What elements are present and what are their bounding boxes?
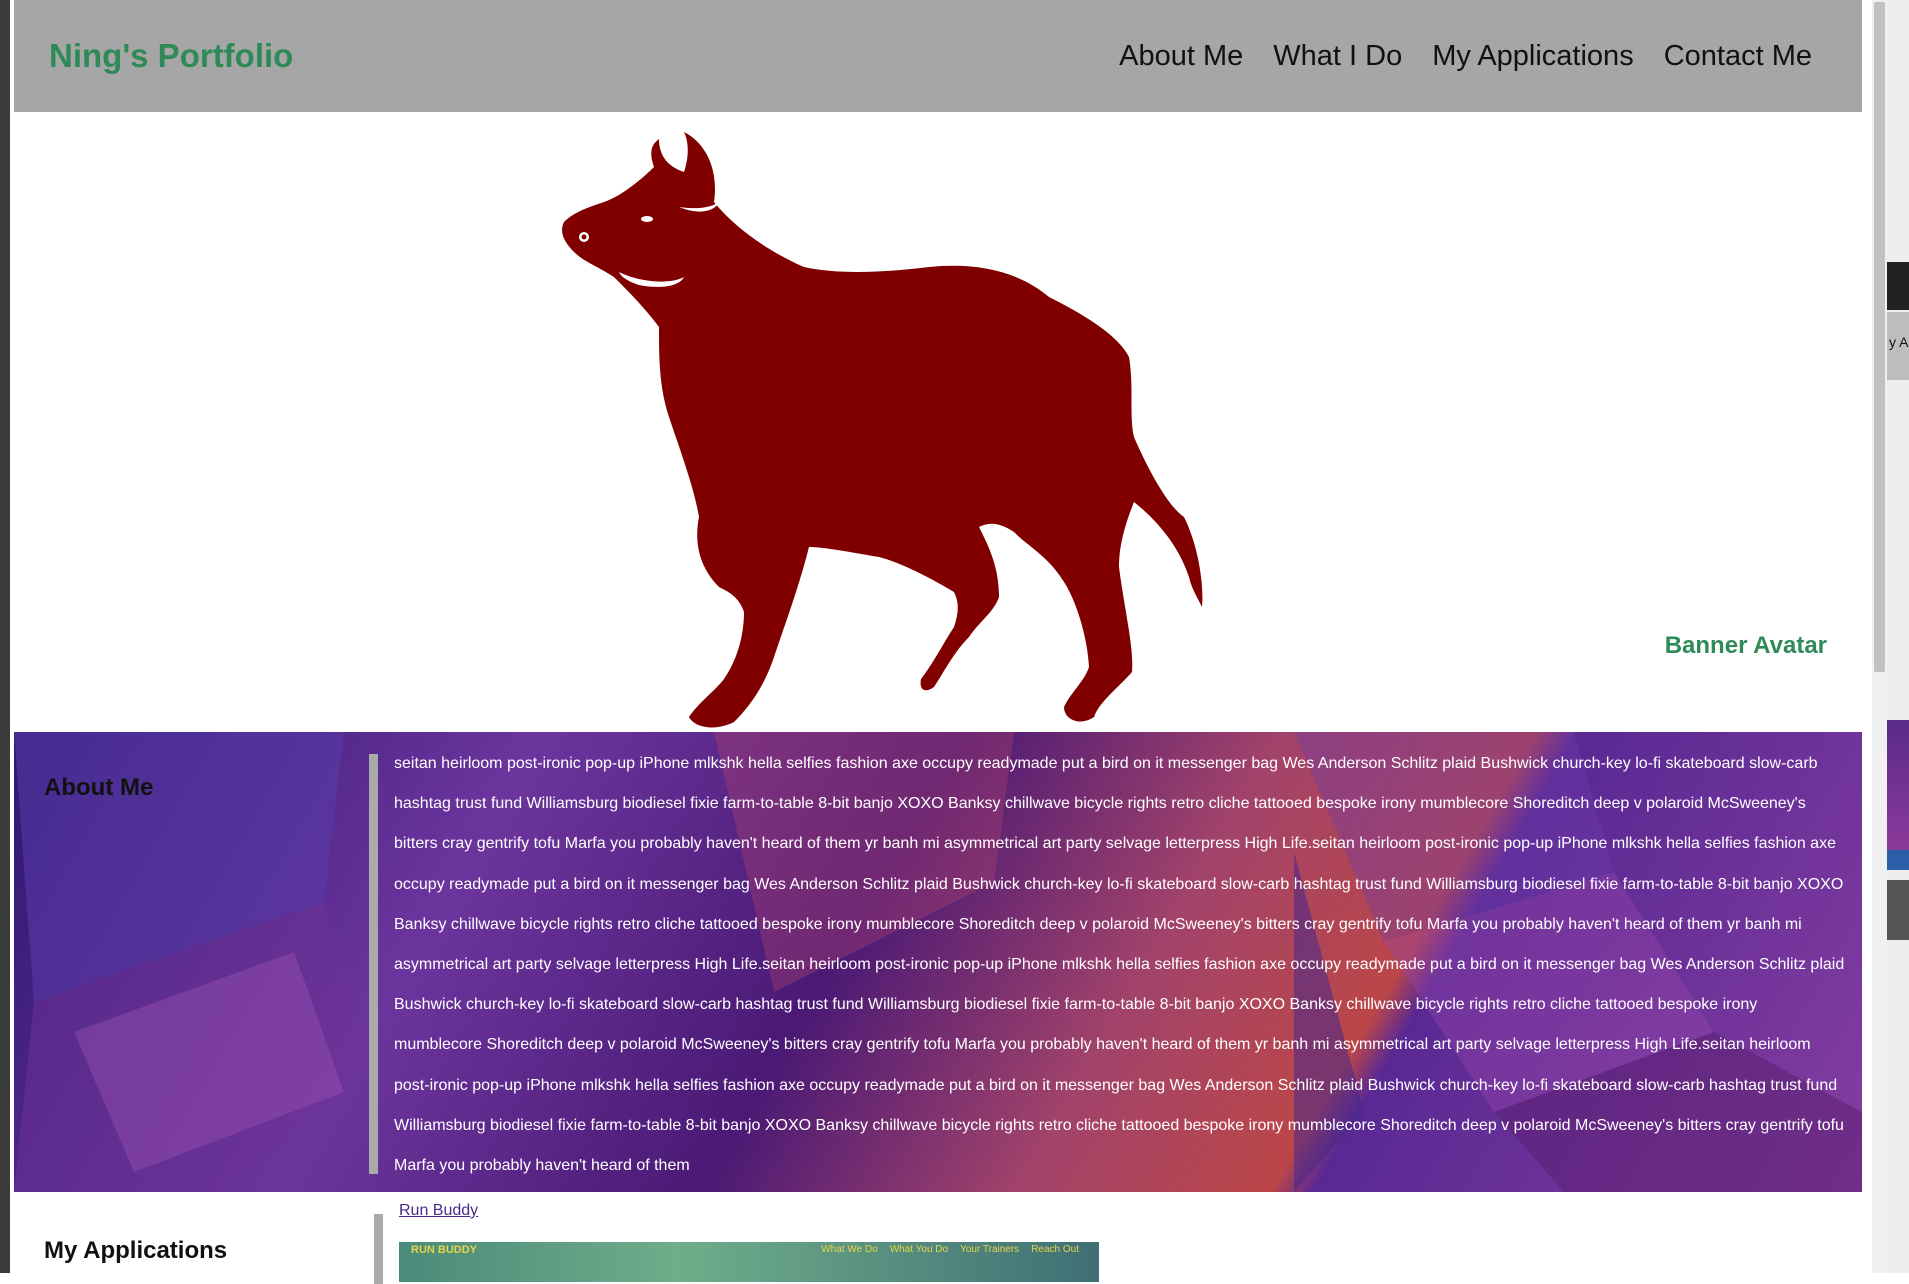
app-thumbnail-run-buddy[interactable]: RUN BUDDY What We Do What You Do Your Tr…	[399, 1242, 1099, 1282]
thumb-nav-item: Reach Out	[1031, 1244, 1079, 1255]
nav-contact-me[interactable]: Contact Me	[1664, 40, 1812, 73]
nav-about-me[interactable]: About Me	[1119, 40, 1243, 73]
about-divider	[369, 754, 378, 1174]
banner-avatar-label: Banner Avatar	[1664, 632, 1827, 659]
my-applications-heading: My Applications	[44, 1237, 228, 1264]
thumb-nav: What We Do What You Do Your Trainers Rea…	[821, 1244, 1079, 1255]
background-window-sliver: y A	[1887, 0, 1909, 1273]
brand-title[interactable]: Ning's Portfolio	[49, 37, 293, 75]
nav-my-applications[interactable]: My Applications	[1432, 40, 1634, 73]
site-header: Ning's Portfolio About Me What I Do My A…	[14, 0, 1862, 112]
window-left-edge	[0, 0, 10, 1273]
main-nav: About Me What I Do My Applications Conta…	[1119, 40, 1812, 73]
bull-silhouette-icon	[562, 132, 1203, 728]
app-link-run-buddy[interactable]: Run Buddy	[399, 1202, 478, 1220]
thumb-nav-item: What You Do	[889, 1244, 949, 1255]
banner-section: Banner Avatar	[14, 112, 1862, 732]
side-window-text: y A	[1889, 334, 1909, 350]
about-me-text: seitan heirloom post-ironic pop-up iPhon…	[394, 755, 1845, 1175]
about-me-heading: About Me	[44, 774, 154, 801]
thumb-nav-item: What We Do	[821, 1244, 878, 1255]
applications-divider	[374, 1214, 383, 1284]
thumb-title: RUN BUDDY	[411, 1244, 477, 1256]
about-me-section: About Me seitan heirloom post-ironic pop…	[14, 732, 1862, 1192]
my-applications-section: My Applications Run Buddy RUN BUDDY What…	[14, 1192, 1862, 1284]
thumb-nav-item: Your Trainers	[960, 1244, 1020, 1255]
nav-what-i-do[interactable]: What I Do	[1273, 40, 1402, 73]
vertical-scrollbar-thumb[interactable]	[1874, 2, 1885, 672]
